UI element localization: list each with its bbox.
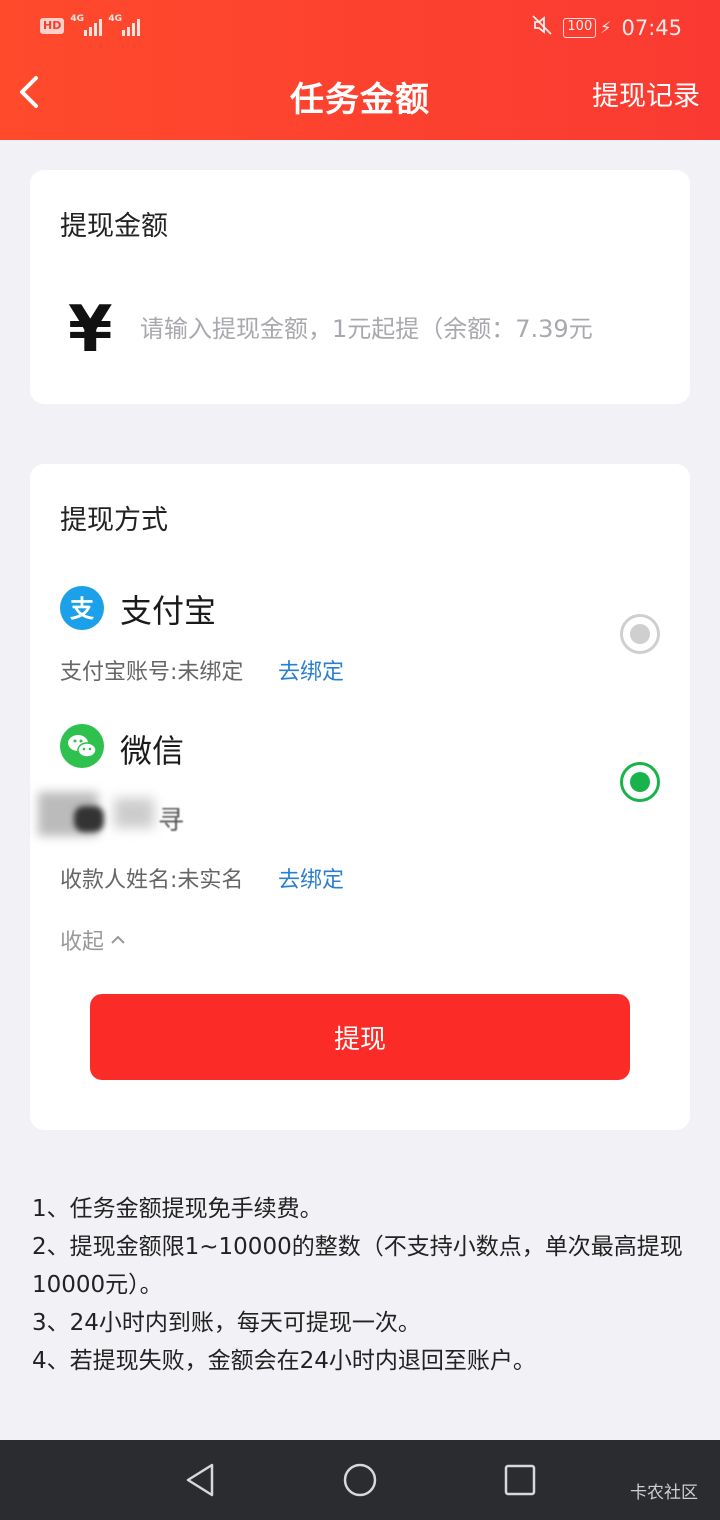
amount-input[interactable] [140, 306, 680, 352]
system-nav-bar: 卡农社区 [0, 1440, 720, 1520]
withdraw-records-link[interactable]: 提现记录 [592, 74, 700, 113]
signal-icon-2: 4G [108, 14, 141, 36]
masked-account-name: 寻 [34, 786, 194, 840]
rule-item: 1、任务金额提现免手续费。 [32, 1196, 323, 1222]
nav-row: 任务金额 提现记录 [0, 56, 720, 140]
wechat-bind-link[interactable]: 去绑定 [278, 862, 344, 894]
clock: 07:45 [621, 15, 682, 40]
circle-home-icon [343, 1463, 377, 1497]
alipay-label: 支付宝 [120, 592, 217, 630]
chevron-up-icon [111, 935, 125, 944]
masked-name-fragment: 寻 [158, 806, 185, 836]
signal-icon: 4G [70, 14, 103, 36]
network-type: 4G [70, 14, 84, 24]
triangle-back-icon [186, 1463, 214, 1497]
watermark: 卡农社区 [630, 1483, 698, 1503]
header-bar: HD 4G 4G 100 ⚡ 07:45 任务金额 提现记录 [0, 0, 720, 140]
nav-recents-button[interactable] [500, 1460, 540, 1500]
nav-home-button[interactable] [340, 1460, 380, 1500]
alipay-bind-link[interactable]: 去绑定 [278, 654, 344, 686]
network-type-2: 4G [108, 14, 122, 24]
withdraw-button[interactable]: 提现 [90, 994, 630, 1080]
status-bar: HD 4G 4G 100 ⚡ 07:45 [0, 0, 720, 56]
withdraw-rules: 1、任务金额提现免手续费。 2、提现金额限1~10000的整数（不支持小数点，单… [32, 1190, 692, 1380]
alipay-icon: 支 [60, 586, 104, 630]
yen-icon: ¥ [68, 293, 113, 367]
mute-icon [531, 14, 553, 41]
rule-item: 4、若提现失败，金额会在24小时内退回至账户。 [32, 1348, 536, 1374]
alipay-radio[interactable] [620, 614, 660, 654]
wechat-radio[interactable] [620, 762, 660, 802]
rule-item: 3、24小时内到账，每天可提现一次。 [32, 1310, 421, 1336]
amount-card: 提现金额 ¥ [30, 170, 690, 404]
svg-text:支: 支 [70, 595, 95, 623]
hd-badge: HD [40, 18, 65, 34]
wechat-label: 微信 [120, 732, 185, 770]
method-section-title: 提现方式 [60, 505, 168, 536]
battery-icon: 100 [563, 17, 597, 38]
rule-item: 2、提现金额限1~10000的整数（不支持小数点，单次最高提现10000元）。 [32, 1234, 683, 1298]
collapse-label: 收起 [60, 930, 105, 955]
square-recents-icon [504, 1464, 536, 1496]
charging-icon: ⚡ [600, 18, 612, 37]
nav-back-button[interactable] [180, 1460, 220, 1500]
wechat-icon [60, 724, 104, 768]
amount-section-title: 提现金额 [60, 211, 168, 242]
alipay-account-status: 支付宝账号:未绑定 [60, 660, 244, 685]
method-card: 提现方式 支 支付宝 支付宝账号:未绑定 去绑定 微信 寻 收款人姓名:未实名 [30, 464, 690, 1130]
collapse-toggle[interactable]: 收起 [60, 924, 126, 956]
wechat-account-status: 收款人姓名:未实名 [60, 868, 244, 893]
